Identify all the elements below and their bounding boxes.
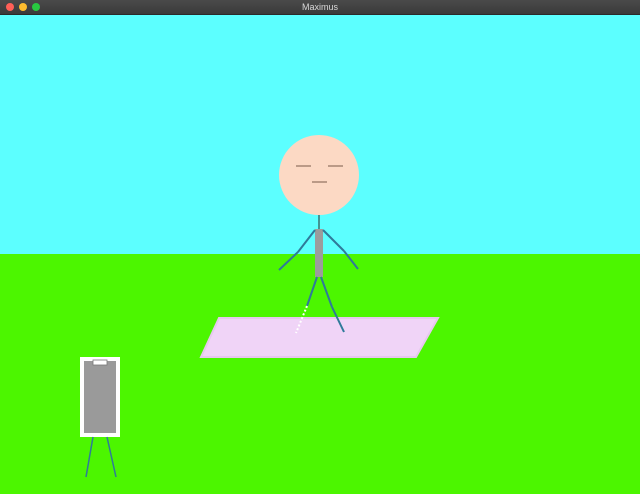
title-bar[interactable]: Maximus	[0, 0, 640, 15]
scene-svg	[0, 15, 640, 494]
game-canvas[interactable]	[0, 15, 640, 494]
figure-torso	[315, 229, 323, 277]
app-window: Maximus	[0, 0, 640, 494]
panel-tab	[92, 359, 108, 366]
window-title: Maximus	[301, 2, 338, 12]
figure-head	[279, 135, 359, 215]
panel-screen	[84, 361, 116, 433]
sky	[0, 15, 640, 254]
yoga-mat[interactable]	[199, 317, 440, 358]
